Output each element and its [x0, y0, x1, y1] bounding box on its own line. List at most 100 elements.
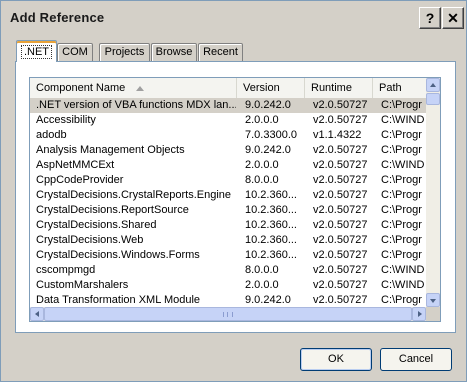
scroll-right-button[interactable] — [412, 307, 426, 321]
chevron-down-icon — [430, 299, 436, 303]
scroll-down-button[interactable] — [426, 293, 440, 307]
list-item[interactable]: adodb 7.0.3300.0 v1.1.4322 C:\Progr — [30, 128, 426, 143]
version-cell: 9.0.242.0 — [245, 99, 291, 111]
component-name-cell: CppCodeProvider — [36, 174, 124, 186]
path-cell: C:\Progr — [381, 294, 422, 306]
title-bar[interactable]: Add Reference ? ✕ — [1, 1, 466, 33]
path-cell: C:\Progr — [381, 204, 422, 216]
path-cell: C:\WIND — [381, 279, 425, 291]
runtime-cell: v2.0.50727 — [313, 204, 368, 216]
horizontal-scroll-thumb[interactable] — [44, 307, 412, 321]
ok-button[interactable]: OK — [300, 348, 372, 371]
tab-recent[interactable]: Recent — [198, 43, 243, 61]
component-name-cell: Data Transformation XML Module — [36, 294, 201, 306]
version-cell: 10.2.360... — [245, 189, 297, 201]
list-item[interactable]: Data Transformation XML Module 9.0.242.0 v… — [30, 293, 426, 308]
runtime-cell: v2.0.50727 — [313, 174, 368, 186]
runtime-cell: v2.0.50727 — [313, 189, 368, 201]
path-cell: C:\WIND — [381, 264, 425, 276]
version-cell: 10.2.360... — [245, 219, 297, 231]
list-item[interactable]: AspNetMMCExt 2.0.0.0 v2.0.50727 C:\WIND — [30, 158, 426, 173]
vertical-scrollbar[interactable] — [426, 78, 440, 307]
runtime-cell: v2.0.50727 — [313, 159, 368, 171]
list-item[interactable]: CrystalDecisions.Windows.Forms 10.2.360..… — [30, 248, 426, 263]
list-rows: .NET version of VBA functions MDX lan...… — [30, 98, 426, 321]
runtime-cell: v2.0.50727 — [313, 234, 368, 246]
list-item[interactable]: CustomMarshalers 2.0.0.0 v2.0.50727 C:\WIND — [30, 278, 426, 293]
add-reference-dialog: Add Reference ? ✕ .NET COM Projects Brow… — [0, 0, 467, 382]
component-name-cell: Analysis Management Objects — [36, 144, 185, 156]
version-cell: 2.0.0.0 — [245, 114, 279, 126]
list-item[interactable]: .NET version of VBA functions MDX lan...… — [30, 98, 426, 113]
vertical-scroll-thumb[interactable] — [426, 93, 440, 105]
tab-page-dotnet: Component Name Version Runtime Path .NET… — [15, 61, 456, 333]
runtime-cell: v2.0.50727 — [313, 114, 368, 126]
component-list[interactable]: Component Name Version Runtime Path .NET… — [29, 77, 441, 322]
grip-icon — [223, 312, 233, 317]
version-cell: 10.2.360... — [245, 234, 297, 246]
tab-projects[interactable]: Projects — [99, 43, 150, 61]
tab-browse[interactable]: Browse — [151, 43, 197, 61]
list-item[interactable]: CppCodeProvider 8.0.0.0 v2.0.50727 C:\Progr — [30, 173, 426, 188]
path-cell: C:\Progr — [381, 249, 422, 261]
path-cell: C:\Progr — [381, 129, 422, 141]
list-header: Component Name Version Runtime Path — [30, 78, 426, 99]
scroll-left-button[interactable] — [30, 307, 44, 321]
component-name-cell: CrystalDecisions.Windows.Forms — [36, 249, 200, 261]
path-cell: C:\Progr — [381, 174, 422, 186]
path-cell: C:\WIND — [381, 114, 425, 126]
list-item[interactable]: CrystalDecisions.Web 10.2.360... v2.0.5072… — [30, 233, 426, 248]
version-cell: 9.0.242.0 — [245, 294, 291, 306]
version-cell: 8.0.0.0 — [245, 174, 279, 186]
path-cell: C:\Progr — [381, 99, 422, 111]
component-name-cell: AspNetMMCExt — [36, 159, 115, 171]
list-item[interactable]: CrystalDecisions.CrystalReports.Engine 10… — [30, 188, 426, 203]
runtime-cell: v2.0.50727 — [313, 279, 368, 291]
path-cell: C:\WIND — [381, 159, 425, 171]
column-header-version[interactable]: Version — [237, 78, 305, 98]
tab-com[interactable]: COM — [57, 43, 93, 61]
list-item[interactable]: Analysis Management Objects 9.0.242.0 v2.0… — [30, 143, 426, 158]
version-cell: 8.0.0.0 — [245, 264, 279, 276]
runtime-cell: v2.0.50727 — [313, 219, 368, 231]
component-name-cell: CrystalDecisions.ReportSource — [36, 204, 189, 216]
tab-label: .NET — [20, 45, 53, 59]
horizontal-scrollbar[interactable] — [30, 307, 426, 321]
version-cell: 2.0.0.0 — [245, 159, 279, 171]
path-cell: C:\Progr — [381, 144, 422, 156]
runtime-cell: v2.0.50727 — [313, 294, 368, 306]
list-item[interactable]: cscompmgd 8.0.0.0 v2.0.50727 C:\WIND — [30, 263, 426, 278]
version-cell: 9.0.242.0 — [245, 144, 291, 156]
cancel-button[interactable]: Cancel — [380, 348, 452, 371]
component-name-cell: cscompmgd — [36, 264, 96, 276]
version-cell: 7.0.3300.0 — [245, 129, 297, 141]
component-name-cell: CrystalDecisions.Shared — [36, 219, 157, 231]
column-header-component-name[interactable]: Component Name — [30, 78, 237, 98]
column-header-label: Component Name — [36, 82, 126, 94]
list-item[interactable]: CrystalDecisions.ReportSource 10.2.360...… — [30, 203, 426, 218]
path-cell: C:\Progr — [381, 219, 422, 231]
list-item[interactable]: Accessibility 2.0.0.0 v2.0.50727 C:\WIND — [30, 113, 426, 128]
chevron-left-icon — [35, 311, 39, 317]
chevron-right-icon — [418, 311, 422, 317]
runtime-cell: v2.0.50727 — [313, 264, 368, 276]
tab-dotnet[interactable]: .NET — [16, 40, 57, 62]
sort-ascending-icon — [136, 86, 144, 91]
runtime-cell: v2.0.50727 — [313, 144, 368, 156]
column-header-path[interactable]: Path — [373, 78, 426, 98]
column-header-runtime[interactable]: Runtime — [305, 78, 373, 98]
chevron-up-icon — [430, 83, 436, 87]
component-name-cell: Accessibility — [36, 114, 96, 126]
path-cell: C:\Progr — [381, 234, 422, 246]
path-cell: C:\Progr — [381, 189, 422, 201]
close-button[interactable]: ✕ — [442, 7, 464, 29]
list-item[interactable]: CrystalDecisions.Shared 10.2.360... v2.0.5… — [30, 218, 426, 233]
scroll-up-button[interactable] — [426, 78, 440, 92]
dialog-title: Add Reference — [10, 10, 105, 25]
version-cell: 10.2.360... — [245, 249, 297, 261]
help-button[interactable]: ? — [419, 7, 441, 29]
version-cell: 10.2.360... — [245, 204, 297, 216]
scrollbar-corner — [426, 307, 440, 321]
component-name-cell: .NET version of VBA functions MDX lan... — [36, 99, 236, 111]
runtime-cell: v1.1.4322 — [313, 129, 362, 141]
